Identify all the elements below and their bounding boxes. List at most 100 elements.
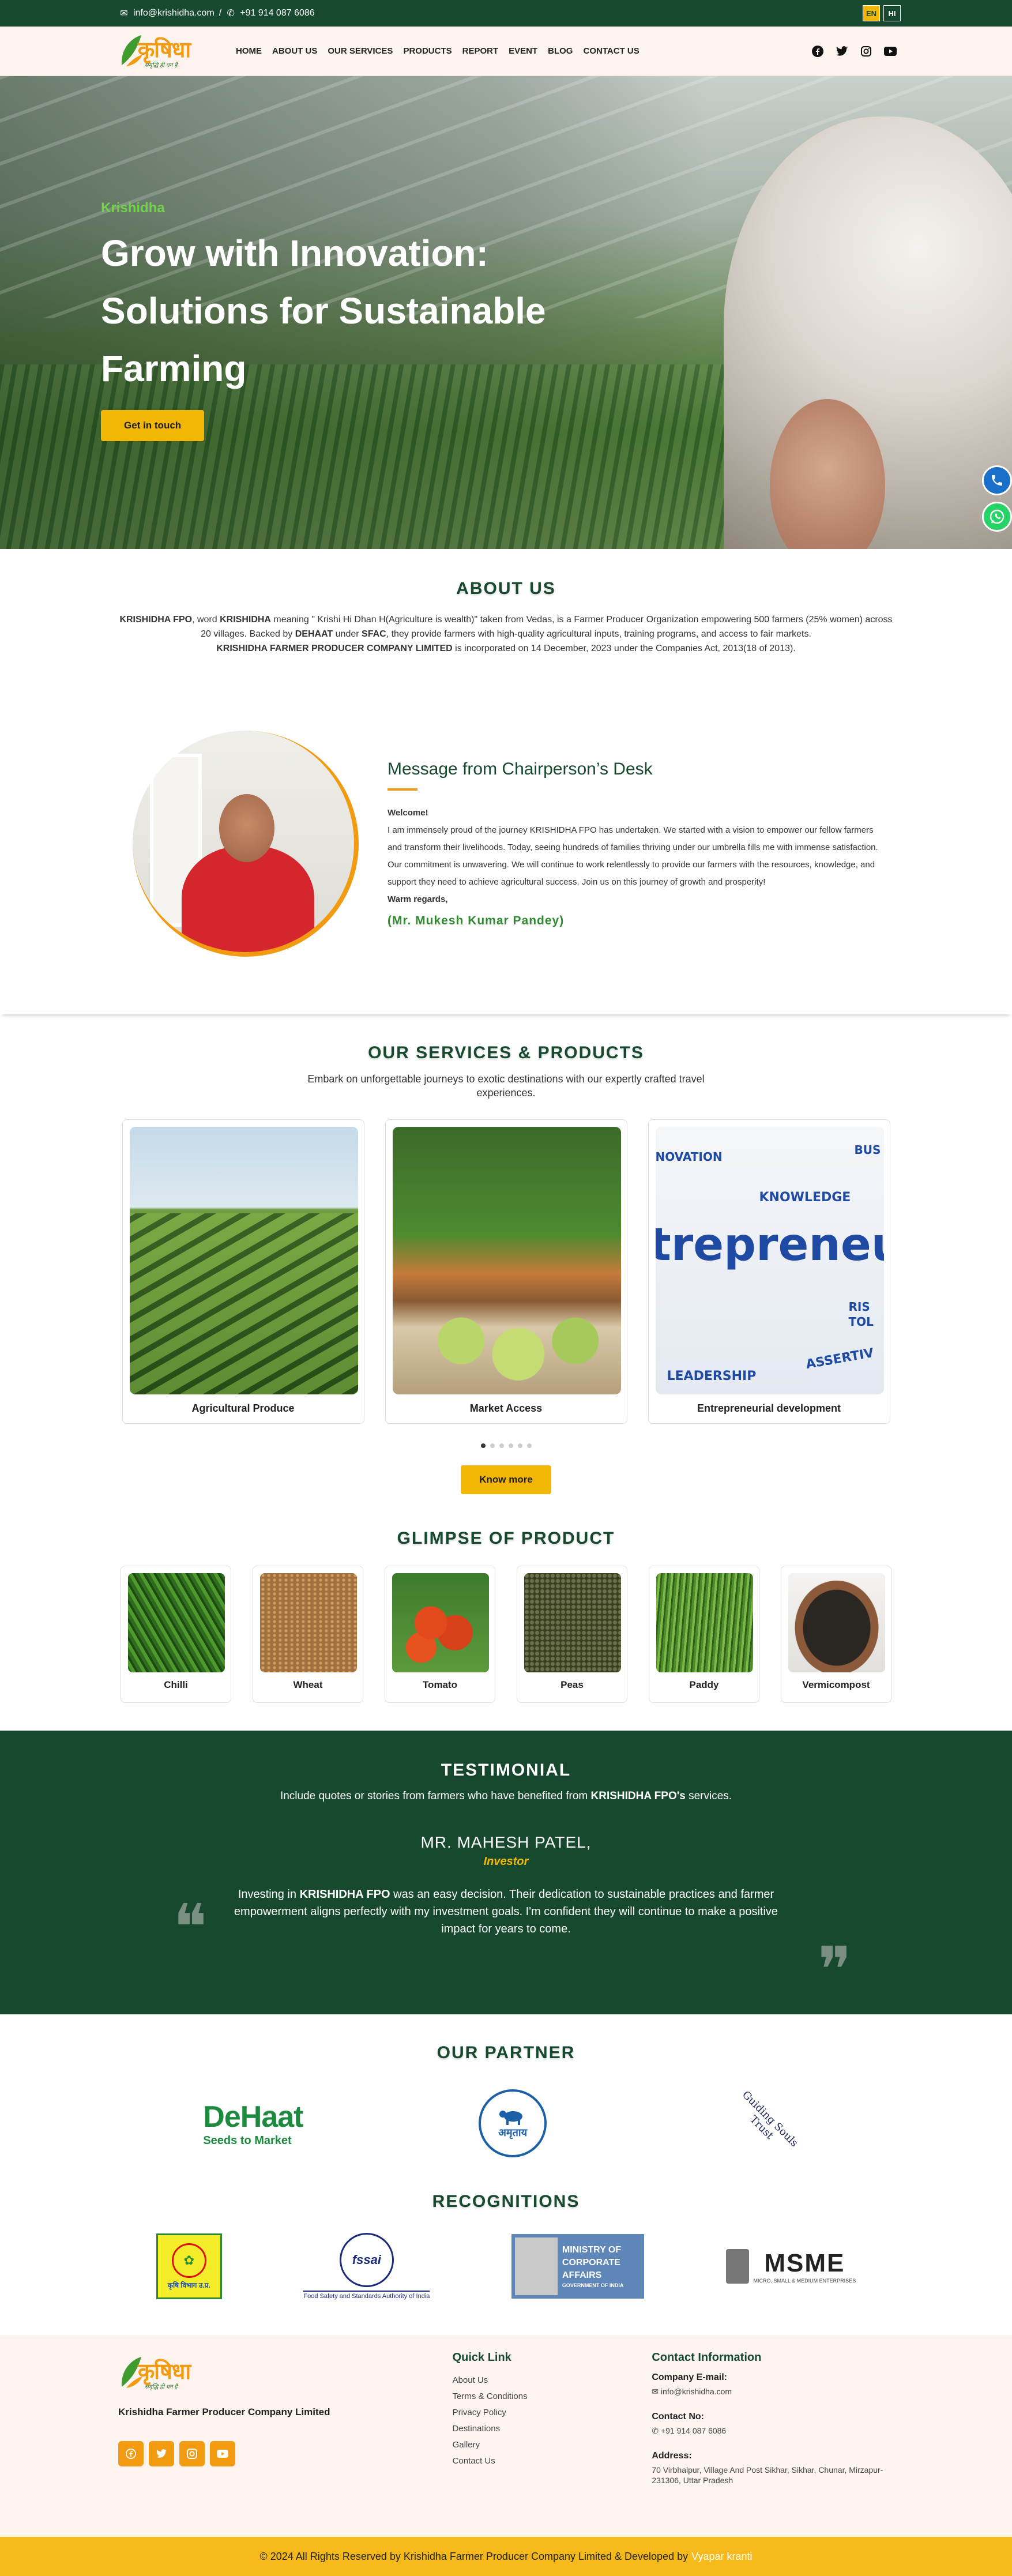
footer-link-destinations[interactable]: Destinations [453, 2421, 652, 2437]
carousel-dot[interactable] [499, 1443, 504, 1448]
lang-hi-button[interactable]: HI [883, 5, 901, 21]
product-card[interactable]: Vermicompost [781, 1566, 891, 1703]
carousel-dot[interactable] [490, 1443, 495, 1448]
service-card-caption: Agricultural Produce [191, 1402, 295, 1414]
sub-part: Include quotes or stories from farmers w… [280, 1790, 591, 1802]
product-card[interactable]: Paddy [649, 1566, 759, 1703]
open-quote-icon: ❝ [173, 1890, 208, 1964]
nav-item-services[interactable]: OUR SERVICES [328, 46, 393, 56]
top-phone[interactable]: +91 914 087 6086 [240, 8, 314, 18]
nav-item-home[interactable]: HOME [236, 46, 262, 56]
service-card-caption: Entrepreneurial development [697, 1402, 841, 1414]
developer-link[interactable]: Vyapar kranti [691, 2551, 752, 2563]
product-card[interactable]: Wheat [253, 1566, 363, 1703]
site-logo[interactable]: कृषिधा समृद्धि ही धन है [118, 29, 217, 73]
partner-logos: DeHaat Seeds to Market अमृताय Guiding So… [115, 2080, 897, 2167]
youtube-icon[interactable] [884, 45, 897, 58]
footer-link-gallery[interactable]: Gallery [453, 2437, 652, 2453]
services-carousel: Agricultural Produce Market Access NOVAT… [115, 1119, 897, 1424]
chairperson-welcome: Welcome! [388, 804, 879, 822]
footer-quick-links: Quick Link About Us Terms & Conditions P… [453, 2351, 652, 2514]
nav-menu: HOME ABOUT US OUR SERVICES PRODUCTS REPO… [236, 46, 639, 56]
footer-phone[interactable]: ✆ +91 914 087 6086 [652, 2425, 894, 2436]
facebook-icon[interactable] [811, 45, 824, 58]
testimonial-quote: Investing in KRISHIDHA FPO was an easy d… [218, 1886, 795, 1938]
nav-item-contact[interactable]: CONTACT US [583, 46, 639, 56]
facebook-icon[interactable] [118, 2441, 144, 2466]
footer-link-privacy[interactable]: Privacy Policy [453, 2405, 652, 2421]
about-krishidha: KRISHIDHA [220, 615, 271, 625]
carousel-dot[interactable] [508, 1443, 513, 1448]
footer-email[interactable]: ✉ info@krishidha.com [652, 2386, 894, 2397]
about-title: ABOUT US [456, 579, 556, 598]
regards-text: Warm regards, [388, 894, 448, 904]
get-in-touch-button[interactable]: Get in touch [101, 410, 205, 441]
footer-logo[interactable]: कृषिधा समृद्धि ही धन है [118, 2351, 217, 2395]
footer-contact: Contact Information Company E-mail: ✉ in… [652, 2351, 894, 2514]
mca-line: AFFAIRS [562, 2270, 602, 2280]
call-float-button[interactable] [982, 465, 1012, 495]
chairperson-message: Message from Chairperson’s Desk Welcome!… [388, 759, 879, 928]
hero-title: Grow with Innovation: Solutions for Sust… [101, 232, 546, 389]
footer-link-contact[interactable]: Contact Us [453, 2453, 652, 2469]
nav-item-about[interactable]: ABOUT US [272, 46, 317, 56]
msme-logo[interactable]: MSME MICRO, SMALL & MEDIUM ENTERPRISES [725, 2249, 856, 2284]
about-text-part: under [333, 629, 362, 639]
whatsapp-float-button[interactable] [982, 502, 1012, 532]
photo-body [182, 846, 314, 952]
nav-item-products[interactable]: PRODUCTS [403, 46, 452, 56]
instagram-icon[interactable] [860, 45, 872, 58]
contact-title: Contact Information [652, 2351, 762, 2364]
mca-line: MINISTRY OF [562, 2245, 622, 2255]
chairperson-regards: Warm regards, [388, 891, 879, 908]
entrepreneur-image: NOVATION BUS KNOWLEDGE trepreneu RIS TOL… [655, 1127, 884, 1394]
about-text-part: , word [192, 615, 220, 625]
entre-word: TOL [848, 1315, 874, 1329]
service-card[interactable]: Market Access [385, 1119, 627, 1424]
product-list: Chilli Wheat Tomato Peas Paddy Vermicomp… [115, 1566, 897, 1703]
fssai-logo[interactable]: fssai Food Safety and Standards Authorit… [303, 2233, 430, 2300]
product-card[interactable]: Peas [517, 1566, 627, 1703]
twitter-icon[interactable] [149, 2441, 174, 2466]
address-label: Address: [652, 2451, 692, 2461]
instagram-icon[interactable] [179, 2441, 205, 2466]
nav-item-blog[interactable]: BLOG [548, 46, 573, 56]
paddy-image [656, 1573, 753, 1672]
service-card[interactable]: NOVATION BUS KNOWLEDGE trepreneu RIS TOL… [648, 1119, 890, 1424]
fssai-mark: fssai [339, 2233, 394, 2287]
mca-logo[interactable]: MINISTRY OF CORPORATE AFFAIRS GOVERNMENT… [511, 2234, 644, 2299]
know-more-button[interactable]: Know more [461, 1465, 551, 1494]
entre-word: LEADERSHIP [667, 1369, 757, 1383]
krishi-emblem-icon: ✿ [171, 2243, 206, 2278]
amritay-logo[interactable]: अमृताय [479, 2089, 547, 2157]
dehaat-logo[interactable]: DeHaat Seeds to Market [203, 2100, 303, 2148]
twitter-icon[interactable] [836, 45, 848, 58]
about-text-part: is incorporated on 14 December, 2023 und… [452, 644, 796, 653]
dehaat-tagline: Seeds to Market [203, 2134, 292, 2147]
national-emblem-icon [725, 2249, 749, 2284]
email-label: Company E-mail: [652, 2372, 727, 2382]
carousel-dot[interactable] [526, 1443, 532, 1448]
carousel-dot[interactable] [517, 1443, 522, 1448]
footer-link-about[interactable]: About Us [453, 2372, 652, 2389]
testimonial-role: Investor [483, 1855, 529, 1868]
nav-item-report[interactable]: REPORT [462, 46, 499, 56]
lang-en-button[interactable]: EN [863, 5, 880, 21]
top-email[interactable]: info@krishidha.com [133, 8, 215, 18]
footer-email-text: info@krishidha.com [660, 2387, 732, 2396]
product-card[interactable]: Chilli [121, 1566, 231, 1703]
product-name: Tomato [422, 1679, 458, 1690]
footer: कृषिधा समृद्धि ही धन है Krishidha Farmer… [0, 2335, 1012, 2537]
quote-brand: KRISHIDHA FPO [299, 1888, 390, 1901]
carousel-dot[interactable] [480, 1443, 486, 1448]
nav-item-event[interactable]: EVENT [509, 46, 537, 56]
krishi-vibhag-logo[interactable]: ✿ कृषि विभाग उ.प्र. [156, 2233, 222, 2299]
vermicompost-image [788, 1573, 885, 1672]
footer-link-terms[interactable]: Terms & Conditions [453, 2389, 652, 2405]
title-underline [388, 788, 417, 791]
youtube-icon[interactable] [210, 2441, 235, 2466]
guiding-souls-logo[interactable]: Guiding Souls Trust [710, 2069, 821, 2179]
product-card[interactable]: Tomato [385, 1566, 495, 1703]
service-card[interactable]: Agricultural Produce [122, 1119, 364, 1424]
glimpse-title: GLIMPSE OF PRODUCT [397, 1529, 615, 1548]
